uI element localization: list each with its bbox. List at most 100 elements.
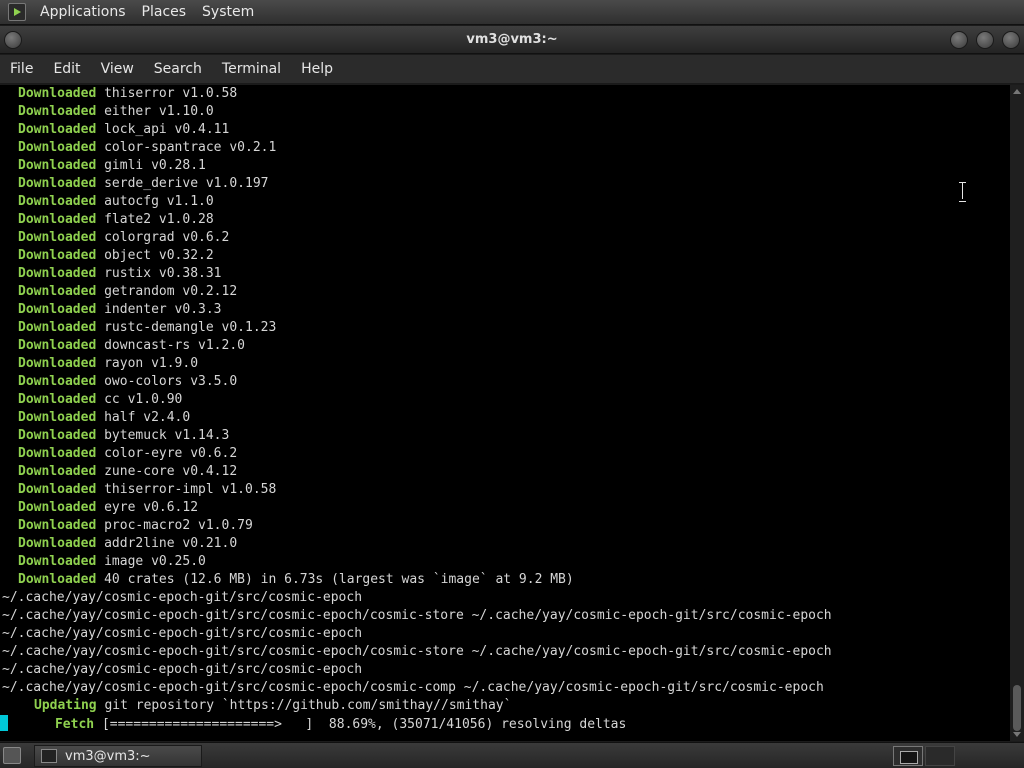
download-text: lock_api v0.4.11 [104, 122, 230, 137]
applications-menu[interactable]: Applications [32, 0, 134, 25]
ibeam-cursor-icon [958, 182, 967, 202]
window-titlebar[interactable]: vm3@vm3:~ [0, 26, 1024, 54]
updating-line: Updating git repository `https://github.… [0, 697, 1010, 715]
downloaded-keyword: Downloaded [18, 392, 97, 407]
download-text: rustix v0.38.31 [104, 266, 222, 281]
download-line: Downloaded lock_api v0.4.11 [0, 121, 1010, 139]
downloaded-keyword: Downloaded [18, 356, 97, 371]
places-menu[interactable]: Places [134, 0, 195, 25]
downloaded-keyword: Downloaded [18, 572, 97, 587]
menu-terminal[interactable]: Terminal [212, 55, 291, 84]
download-text: either v1.10.0 [104, 104, 214, 119]
download-line: Downloaded rustix v0.38.31 [0, 265, 1010, 283]
taskbar-task-label: vm3@vm3:~ [65, 748, 151, 764]
download-line: Downloaded flate2 v1.0.28 [0, 211, 1010, 229]
download-line: Downloaded indenter v0.3.3 [0, 301, 1010, 319]
updating-text: git repository `https://github.com/smith… [104, 698, 512, 713]
download-text: rustc-demangle v0.1.23 [104, 320, 277, 335]
download-line: Downloaded rustc-demangle v0.1.23 [0, 319, 1010, 337]
menu-view[interactable]: View [91, 55, 144, 84]
download-text: rayon v1.9.0 [104, 356, 199, 371]
download-text: cc v1.0.90 [104, 392, 183, 407]
downloaded-keyword: Downloaded [18, 482, 97, 497]
menu-edit[interactable]: Edit [43, 55, 90, 84]
bottom-taskbar: vm3@vm3:~ [0, 742, 1024, 768]
scroll-thumb[interactable] [1013, 685, 1021, 731]
terminal-cursor [0, 715, 8, 731]
top-panel: Applications Places System [0, 0, 1024, 25]
terminal-app-icon[interactable] [8, 3, 26, 21]
downloaded-keyword: Downloaded [18, 302, 97, 317]
download-line: Downloaded getrandom v0.2.12 [0, 283, 1010, 301]
downloaded-keyword: Downloaded [18, 104, 97, 119]
scroll-down-icon[interactable] [1013, 732, 1021, 737]
download-text: thiserror-impl v1.0.58 [104, 482, 277, 497]
downloaded-keyword: Downloaded [18, 464, 97, 479]
download-line: Downloaded zune-core v0.4.12 [0, 463, 1010, 481]
download-line: Downloaded eyre v0.6.12 [0, 499, 1010, 517]
download-line: Downloaded bytemuck v1.14.3 [0, 427, 1010, 445]
downloaded-keyword: Downloaded [18, 554, 97, 569]
menu-help[interactable]: Help [291, 55, 343, 84]
workspace-2[interactable] [925, 746, 955, 766]
download-line: Downloaded rayon v1.9.0 [0, 355, 1010, 373]
download-text: colorgrad v0.6.2 [104, 230, 230, 245]
download-text: 40 crates (12.6 MB) in 6.73s (largest wa… [104, 572, 574, 587]
downloaded-keyword: Downloaded [18, 158, 97, 173]
download-text: indenter v0.3.3 [104, 302, 222, 317]
minimize-icon[interactable] [950, 31, 968, 49]
download-text: object v0.32.2 [104, 248, 214, 263]
downloaded-keyword: Downloaded [18, 122, 97, 137]
download-text: proc-macro2 v1.0.79 [104, 518, 253, 533]
download-text: serde_derive v1.0.197 [104, 176, 269, 191]
terminal-output[interactable]: Downloaded thiserror v1.0.58 Downloaded e… [0, 85, 1010, 741]
maximize-icon[interactable] [976, 31, 994, 49]
downloaded-keyword: Downloaded [18, 320, 97, 335]
downloaded-keyword: Downloaded [18, 536, 97, 551]
path-line: ~/.cache/yay/cosmic-epoch-git/src/cosmic… [2, 608, 832, 623]
show-desktop-icon[interactable] [3, 747, 21, 764]
path-line: ~/.cache/yay/cosmic-epoch-git/src/cosmic… [2, 680, 824, 695]
download-line: Downloaded cc v1.0.90 [0, 391, 1010, 409]
downloaded-keyword: Downloaded [18, 194, 97, 209]
fetch-keyword: Fetch [54, 717, 95, 732]
workspace-switcher-icon[interactable] [893, 746, 923, 766]
path-line: ~/.cache/yay/cosmic-epoch-git/src/cosmic… [2, 644, 832, 659]
downloaded-keyword: Downloaded [18, 212, 97, 227]
download-line: Downloaded addr2line v0.21.0 [0, 535, 1010, 553]
taskbar-terminal-button[interactable]: vm3@vm3:~ [34, 745, 202, 767]
download-text: eyre v0.6.12 [104, 500, 199, 515]
downloaded-keyword: Downloaded [18, 500, 97, 515]
downloaded-keyword: Downloaded [18, 284, 97, 299]
download-text: owo-colors v3.5.0 [104, 374, 238, 389]
downloaded-keyword: Downloaded [18, 410, 97, 425]
downloaded-keyword: Downloaded [18, 176, 97, 191]
terminal-scrollbar[interactable] [1010, 85, 1024, 741]
downloaded-keyword: Downloaded [18, 518, 97, 533]
download-line: Downloaded half v2.4.0 [0, 409, 1010, 427]
system-menu[interactable]: System [194, 0, 262, 25]
downloaded-keyword: Downloaded [18, 266, 97, 281]
path-line: ~/.cache/yay/cosmic-epoch-git/src/cosmic… [2, 662, 363, 677]
downloaded-keyword: Downloaded [18, 446, 97, 461]
window-menu-icon[interactable] [4, 31, 22, 49]
download-text: gimli v0.28.1 [104, 158, 206, 173]
downloaded-keyword: Downloaded [18, 338, 97, 353]
download-text: image v0.25.0 [104, 554, 206, 569]
download-text: bytemuck v1.14.3 [104, 428, 230, 443]
download-line: Downloaded thiserror-impl v1.0.58 [0, 481, 1010, 499]
download-text: addr2line v0.21.0 [104, 536, 238, 551]
download-line: Downloaded gimli v0.28.1 [0, 157, 1010, 175]
download-line: Downloaded image v0.25.0 [0, 553, 1010, 571]
downloaded-keyword: Downloaded [18, 230, 97, 245]
download-line: Downloaded color-spantrace v0.2.1 [0, 139, 1010, 157]
download-line: Downloaded owo-colors v3.5.0 [0, 373, 1010, 391]
close-icon[interactable] [1002, 31, 1020, 49]
menu-search[interactable]: Search [144, 55, 212, 84]
fetch-progress-text: [=====================> ] 88.69%, (35071… [101, 717, 627, 732]
download-text: color-eyre v0.6.2 [104, 446, 238, 461]
scroll-up-icon[interactable] [1013, 89, 1021, 94]
window-title: vm3@vm3:~ [466, 32, 558, 47]
downloaded-keyword: Downloaded [18, 428, 97, 443]
menu-file[interactable]: File [0, 55, 43, 84]
